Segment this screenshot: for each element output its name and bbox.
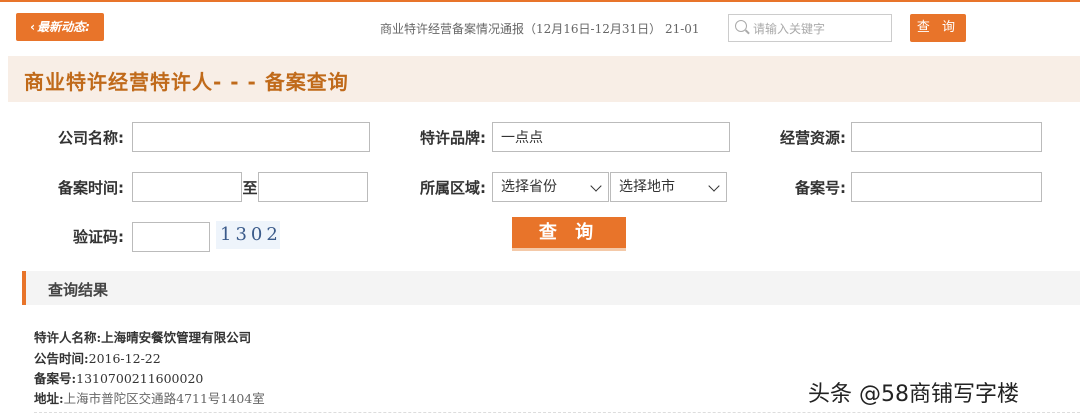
- chevron-down-icon: [590, 180, 602, 192]
- result-franchisor: 特许人名称:上海晴安餐饮管理有限公司: [34, 327, 251, 346]
- page-title: 商业特许经营特许人- - - 备案查询: [24, 70, 349, 94]
- results-title: 查询结果: [48, 281, 109, 299]
- record-number-label: 备案号:: [795, 179, 846, 197]
- announce-value: 2016-12-22: [88, 351, 161, 366]
- brand-input[interactable]: [492, 122, 730, 152]
- captcha-input[interactable]: [132, 222, 210, 252]
- query-button[interactable]: 查 询: [512, 217, 626, 251]
- city-select-value: 选择地市: [619, 179, 675, 195]
- latest-news-button[interactable]: ‹ 最新动态:: [16, 13, 104, 41]
- province-select-value: 选择省份: [501, 179, 557, 195]
- record-date-label: 备案时间:: [58, 179, 124, 197]
- top-search-input[interactable]: [751, 18, 891, 40]
- record-label: 备案号:: [34, 371, 77, 386]
- franchisor-label: 特许人名称:: [34, 330, 102, 345]
- news-ticker[interactable]: 商业特许经营备案情况通报（12月16日-12月31日） 21-01: [380, 20, 722, 37]
- franchisor-value[interactable]: 上海晴安餐饮管理有限公司: [101, 330, 251, 345]
- watermark: 头条 @58商铺写字楼: [808, 382, 1019, 407]
- date-from-input[interactable]: [132, 172, 242, 202]
- result-record-number: 备案号:1310700211600020: [34, 368, 203, 387]
- record-value: 1310700211600020: [76, 371, 204, 386]
- result-announce-date: 公告时间:2016-12-22: [34, 348, 161, 367]
- page-title-bar: 商业特许经营特许人- - - 备案查询: [8, 56, 1080, 102]
- captcha-image[interactable]: 1302: [216, 221, 280, 249]
- province-select[interactable]: 选择省份: [492, 172, 609, 202]
- latest-news-label: 最新动态:: [37, 20, 90, 34]
- record-number-input[interactable]: [851, 172, 1042, 202]
- announce-label: 公告时间:: [34, 351, 89, 366]
- company-name-input[interactable]: [132, 122, 370, 152]
- city-select[interactable]: 选择地市: [610, 172, 727, 202]
- top-search-button[interactable]: 查 询: [910, 14, 966, 42]
- top-bar: ‹ 最新动态: 商业特许经营备案情况通报（12月16日-12月31日） 21-01…: [0, 0, 1080, 54]
- resource-input[interactable]: [851, 122, 1042, 152]
- brand-label: 特许品牌:: [420, 129, 486, 147]
- company-name-label: 公司名称:: [58, 129, 124, 147]
- resource-label: 经营资源:: [780, 129, 846, 147]
- address-value: 上海市普陀区交通路4711号1404室: [63, 391, 265, 406]
- chevron-down-icon: [708, 180, 720, 192]
- date-to-label: 至: [242, 179, 258, 197]
- top-search-box[interactable]: [728, 14, 892, 42]
- result-address: 地址:上海市普陀区交通路4711号1404室: [34, 388, 265, 407]
- back-arrow-icon: ‹: [30, 20, 36, 34]
- captcha-label: 验证码:: [73, 228, 124, 246]
- region-label: 所属区域:: [420, 179, 486, 197]
- search-icon: [735, 20, 747, 32]
- date-to-input[interactable]: [258, 172, 368, 202]
- results-header: 查询结果: [22, 271, 1080, 305]
- result-divider: [34, 412, 1080, 413]
- address-label: 地址:: [34, 391, 64, 406]
